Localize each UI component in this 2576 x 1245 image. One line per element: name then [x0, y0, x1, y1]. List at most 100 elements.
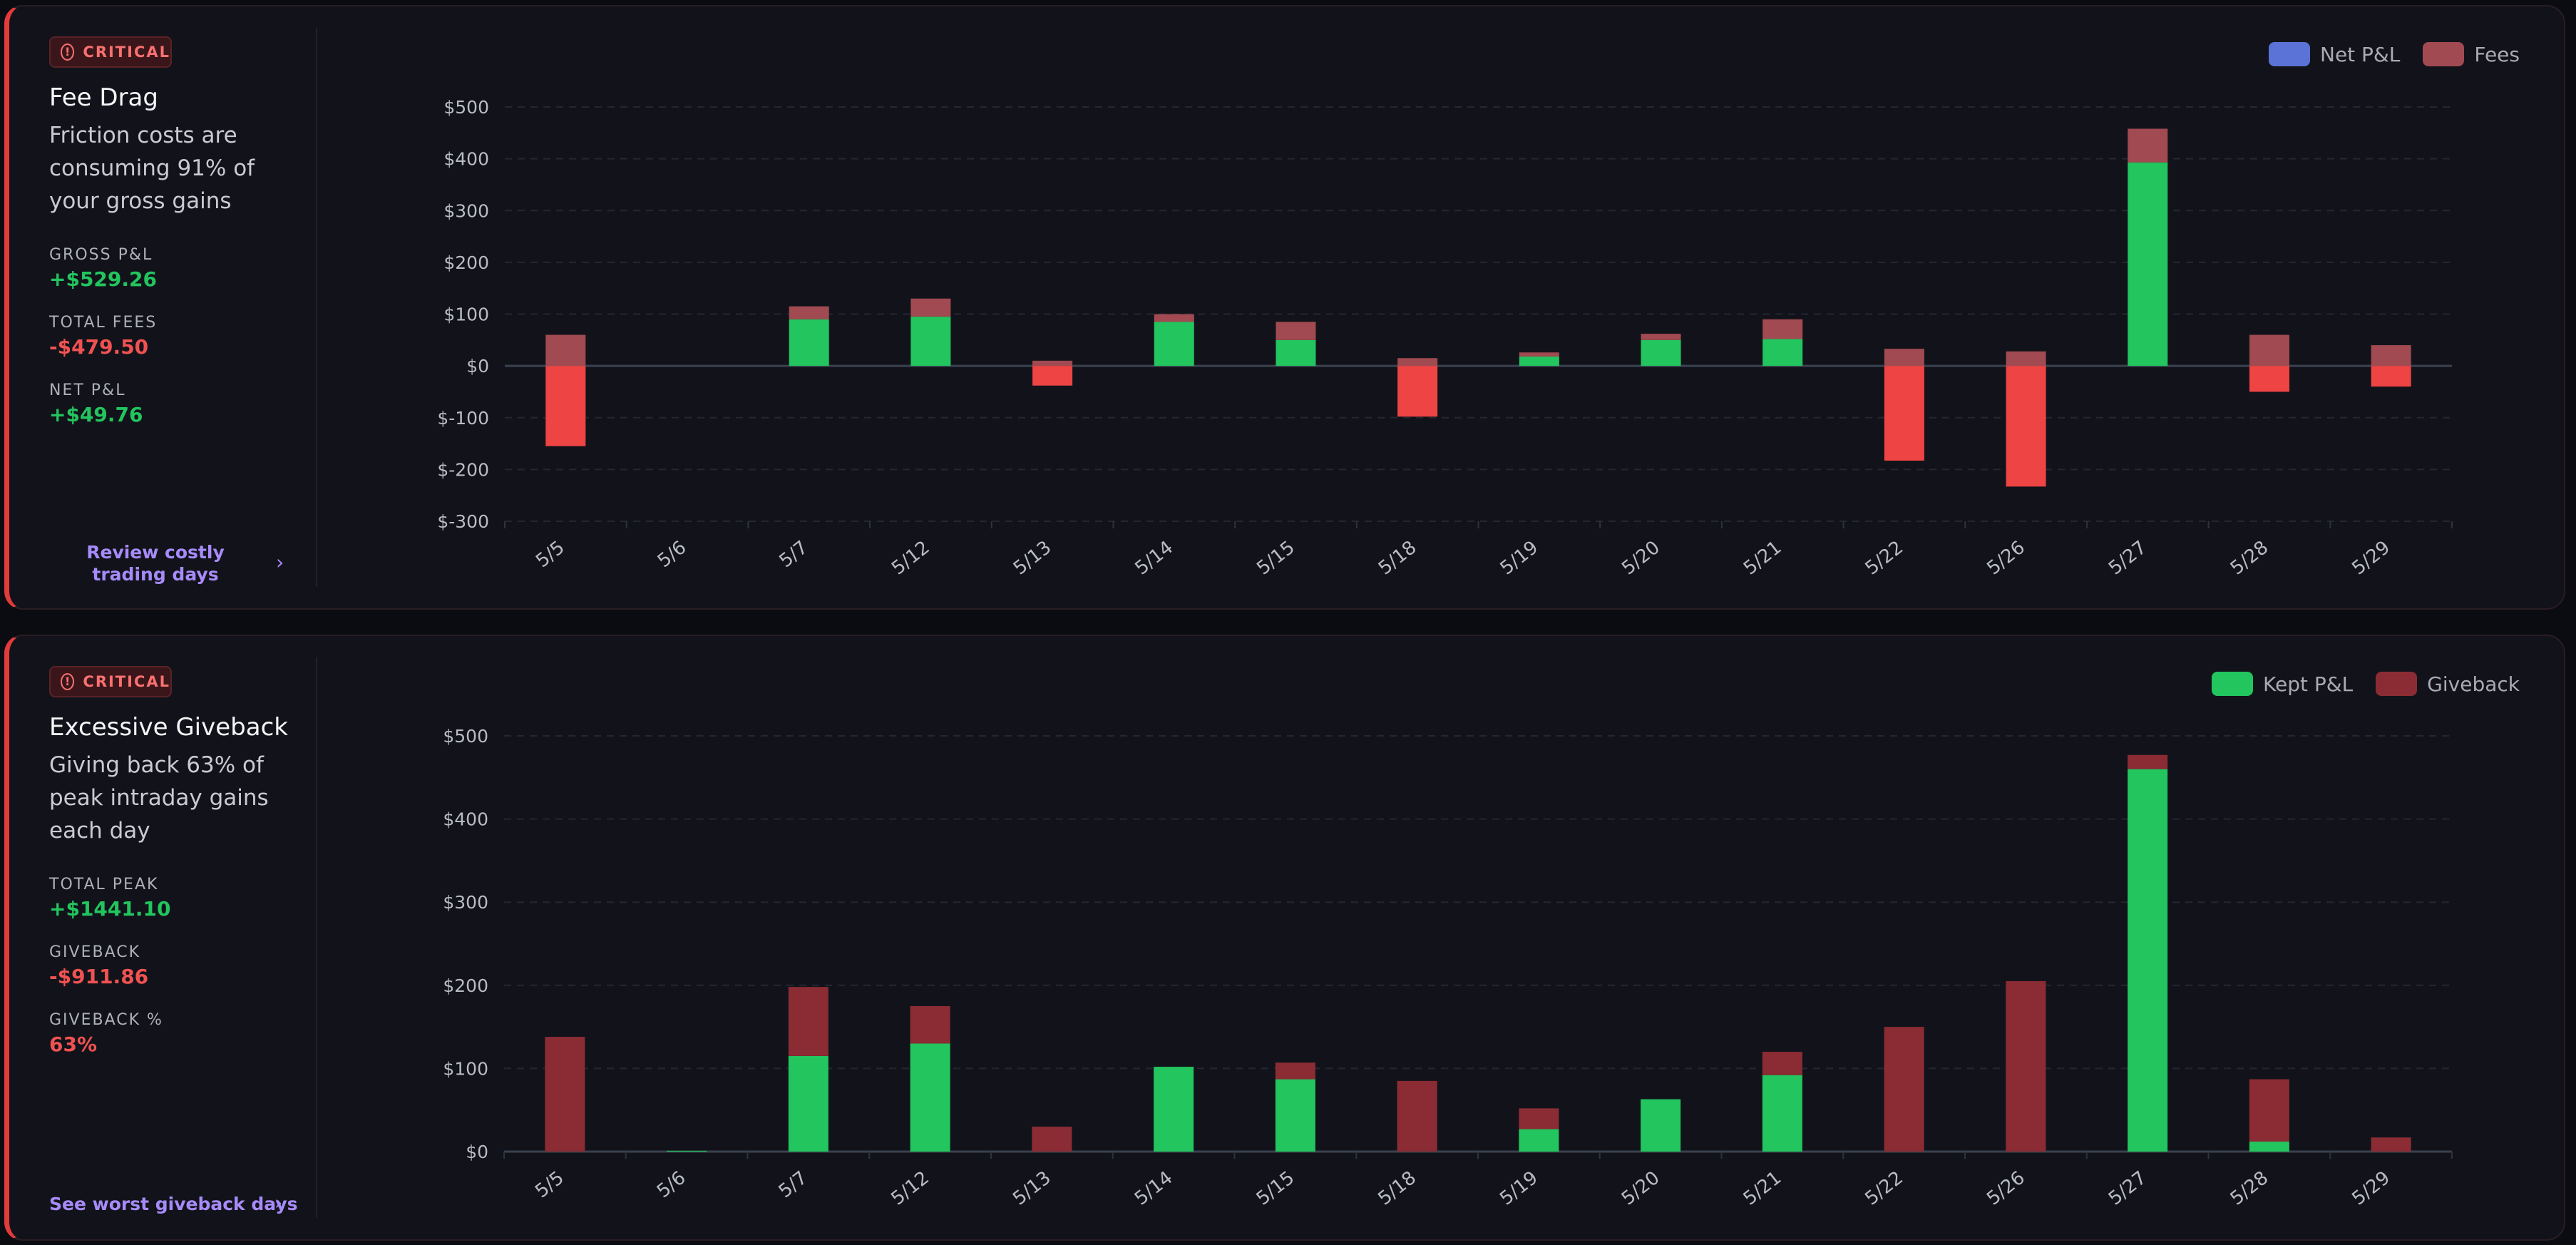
- bar-kept-pnl[interactable]: [1762, 1075, 1802, 1152]
- bar-fees[interactable]: [1884, 349, 1924, 367]
- bar-giveback[interactable]: [2006, 980, 2046, 1152]
- x-tick-label: 5/14: [1131, 1167, 1176, 1210]
- x-tick-label: 5/12: [887, 1167, 933, 1210]
- x-tick-label: 5/28: [2227, 1167, 2272, 1210]
- x-tick-label: 5/18: [1374, 1167, 1420, 1210]
- bar-net-pnl[interactable]: [789, 319, 829, 367]
- bar-fees[interactable]: [1641, 334, 1681, 340]
- fee-drag-chart: $500 $400 $300 $200 $100 $0 $-100 $-200 $-300 5/5…: [437, 97, 2453, 580]
- y-tick-label: $500: [443, 726, 488, 747]
- y-tick-label: $400: [443, 809, 488, 830]
- y-tick-label: $0: [466, 356, 489, 376]
- x-tick-label: 5/20: [1618, 1167, 1663, 1210]
- bar-fees[interactable]: [789, 306, 829, 319]
- bar-kept-pnl[interactable]: [910, 1043, 950, 1152]
- bar-giveback[interactable]: [2371, 1137, 2411, 1152]
- x-tick-label: 5/29: [2348, 537, 2393, 580]
- x-tick-label: 5/7: [775, 1167, 811, 1202]
- bar-giveback[interactable]: [1762, 1052, 1802, 1075]
- bar-giveback[interactable]: [1397, 1080, 1437, 1152]
- x-tick-label: 5/22: [1861, 1167, 1907, 1210]
- bar-net-pnl[interactable]: [1884, 366, 1924, 461]
- bar-net-pnl[interactable]: [2249, 366, 2289, 392]
- x-tick-label: 5/5: [532, 537, 568, 572]
- y-tick-label: $400: [443, 149, 489, 170]
- bar-giveback[interactable]: [1519, 1108, 1559, 1129]
- y-tick-label: $-200: [437, 459, 489, 480]
- bar-fees[interactable]: [1397, 358, 1438, 367]
- bar-net-pnl[interactable]: [545, 366, 586, 446]
- bar-giveback[interactable]: [2128, 754, 2168, 769]
- bar-kept-pnl[interactable]: [1154, 1067, 1194, 1152]
- bar-net-pnl[interactable]: [1519, 357, 1559, 367]
- y-tick-label: $200: [443, 252, 489, 273]
- y-tick-label: $100: [443, 304, 489, 325]
- x-tick-label: 5/19: [1496, 1167, 1541, 1210]
- x-tick-label: 5/15: [1253, 1167, 1298, 1210]
- bar-fees[interactable]: [2249, 334, 2289, 367]
- x-tick-label: 5/6: [653, 1167, 689, 1202]
- y-tick-label: $300: [443, 892, 488, 913]
- bar-fees[interactable]: [910, 298, 951, 317]
- bar-kept-pnl[interactable]: [1275, 1079, 1315, 1152]
- y-tick-label: $-300: [437, 511, 489, 532]
- bar-fees[interactable]: [2128, 128, 2168, 163]
- x-tick-label: 5/19: [1497, 537, 1542, 580]
- bar-net-pnl[interactable]: [1641, 339, 1681, 367]
- bar-kept-pnl[interactable]: [1519, 1129, 1559, 1152]
- bar-giveback[interactable]: [910, 1005, 950, 1044]
- bar-fees[interactable]: [1519, 352, 1559, 357]
- bar-net-pnl[interactable]: [1762, 339, 1803, 367]
- bar-net-pnl[interactable]: [1397, 366, 1438, 417]
- bar-giveback[interactable]: [788, 987, 828, 1056]
- bar-net-pnl[interactable]: [2371, 366, 2411, 387]
- bar-fees[interactable]: [2006, 351, 2046, 367]
- bar-giveback[interactable]: [1884, 1027, 1924, 1152]
- bar-giveback[interactable]: [545, 1037, 585, 1152]
- giveback-card: ! CRITICAL Excessive Giveback Giving bac…: [4, 635, 2565, 1241]
- bar-giveback[interactable]: [1275, 1062, 1315, 1080]
- x-tick-label: 5/21: [1740, 1167, 1785, 1210]
- x-tick-label: 5/29: [2348, 1167, 2393, 1210]
- x-tick-label: 5/18: [1375, 537, 1420, 580]
- bar-net-pnl[interactable]: [2006, 366, 2046, 487]
- y-tick-label: $-100: [437, 408, 489, 429]
- x-tick-label: 5/13: [1010, 537, 1055, 580]
- bar-kept-pnl[interactable]: [788, 1055, 828, 1152]
- x-tick-label: 5/7: [776, 537, 812, 572]
- x-tick-label: 5/21: [1740, 537, 1785, 580]
- bar-net-pnl[interactable]: [1032, 366, 1073, 386]
- bar-fees[interactable]: [1276, 322, 1316, 340]
- y-tick-label: $200: [443, 975, 488, 996]
- y-tick-label: $100: [443, 1058, 488, 1079]
- x-tick-label: 5/26: [1983, 1167, 2028, 1210]
- x-tick-label: 5/13: [1009, 1167, 1054, 1210]
- bar-fees[interactable]: [1762, 319, 1803, 339]
- x-tick-label: 5/15: [1253, 537, 1298, 580]
- bar-fees[interactable]: [2371, 345, 2411, 367]
- x-tick-label: 5/22: [1862, 537, 1907, 580]
- bar-net-pnl[interactable]: [910, 317, 951, 367]
- bar-net-pnl[interactable]: [1276, 339, 1316, 367]
- y-tick-label: $0: [466, 1142, 488, 1162]
- giveback-chart: $500 $400 $300 $200 $100 $0 5/5 5/6 5/7 5/12 5/13 5…: [443, 726, 2453, 1210]
- bar-fees[interactable]: [1154, 314, 1194, 322]
- bar-giveback[interactable]: [1032, 1127, 1072, 1152]
- bar-net-pnl[interactable]: [1154, 322, 1194, 367]
- fee-drag-card: ! CRITICAL Fee Drag Friction costs are c…: [4, 5, 2565, 610]
- x-tick-label: 5/6: [654, 537, 690, 572]
- x-tick-label: 5/20: [1618, 537, 1663, 580]
- x-tick-label: 5/5: [531, 1167, 568, 1202]
- bar-kept-pnl[interactable]: [667, 1150, 707, 1152]
- bar-net-pnl[interactable]: [2128, 162, 2168, 367]
- x-tick-label: 5/26: [1983, 537, 2028, 580]
- x-tick-label: 5/14: [1132, 537, 1177, 580]
- bar-fees[interactable]: [1032, 360, 1073, 367]
- x-tick-label: 5/28: [2227, 537, 2272, 580]
- bar-kept-pnl[interactable]: [2249, 1142, 2289, 1152]
- bar-giveback[interactable]: [2249, 1079, 2289, 1142]
- bar-kept-pnl[interactable]: [1641, 1099, 1681, 1152]
- x-tick-label: 5/12: [888, 537, 933, 580]
- bar-fees[interactable]: [545, 334, 586, 367]
- bar-kept-pnl[interactable]: [2128, 769, 2168, 1152]
